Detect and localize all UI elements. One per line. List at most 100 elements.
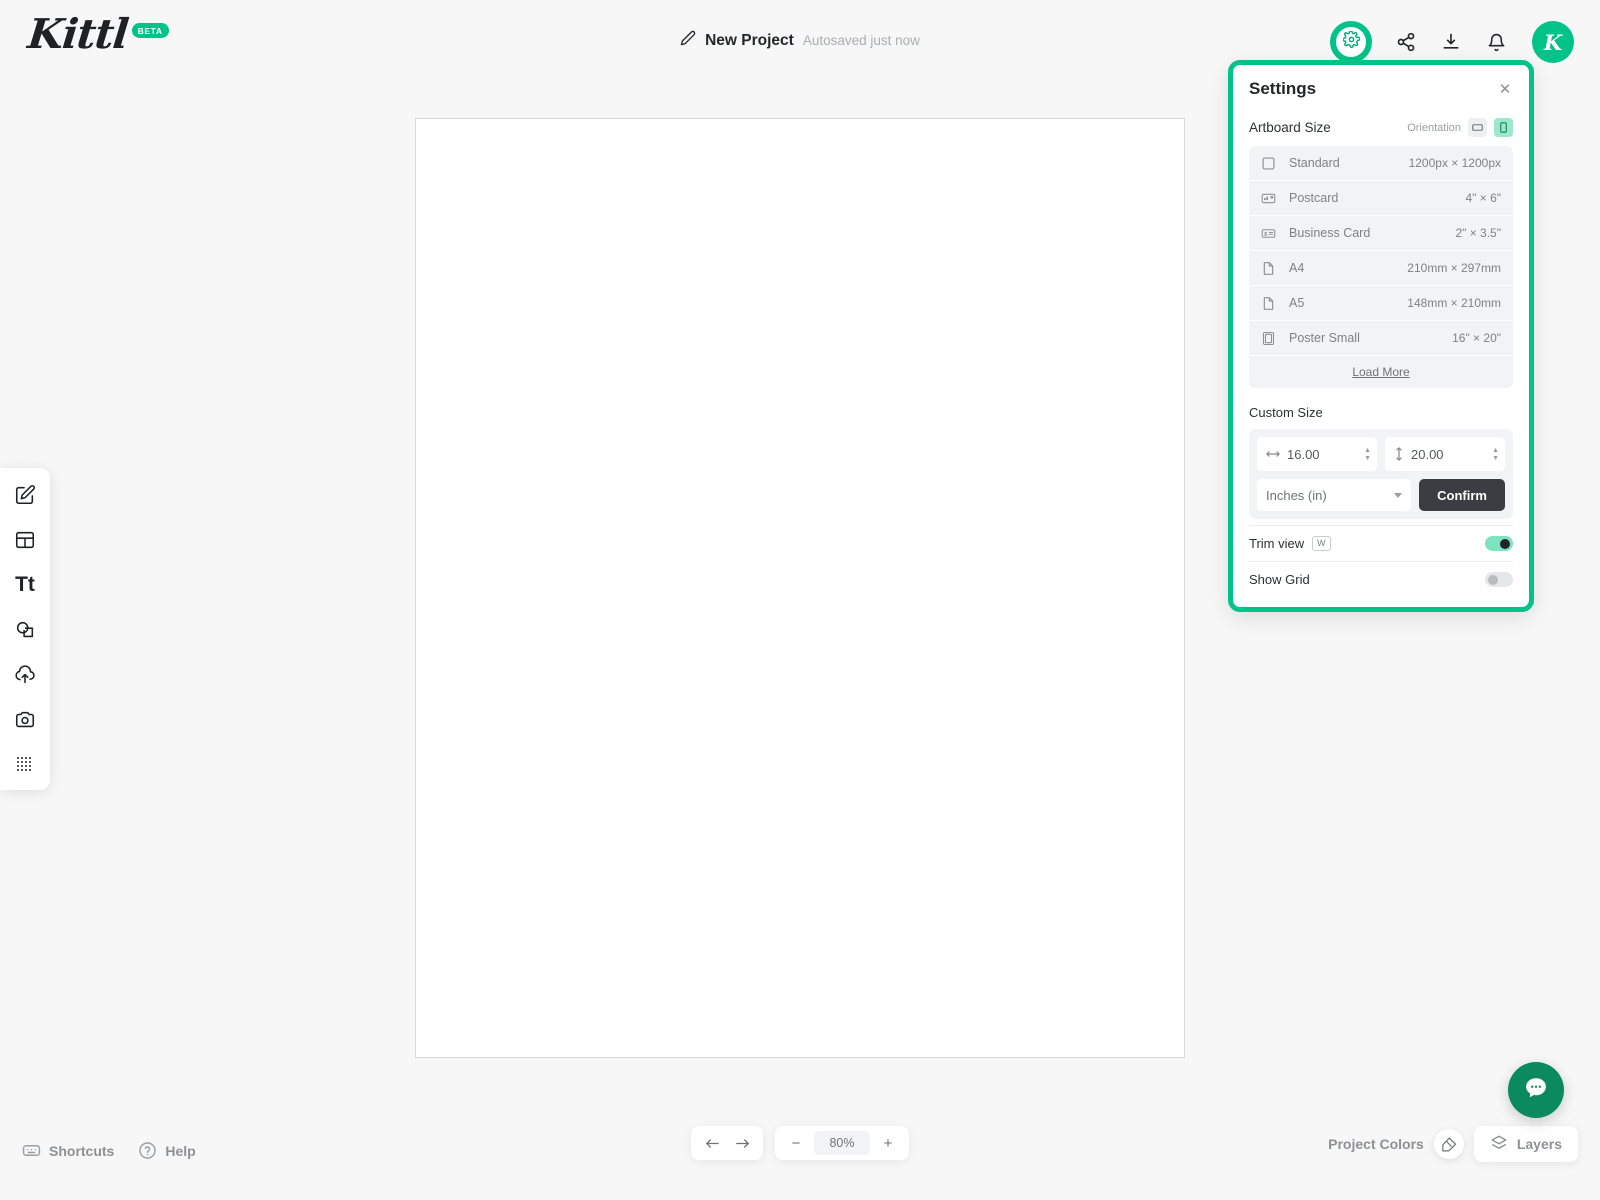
trim-view-row: Trim view W (1249, 525, 1513, 561)
chat-bubble-icon (1522, 1074, 1550, 1107)
undo-button[interactable] (697, 1130, 727, 1156)
pencil-icon (680, 30, 696, 51)
help-label: Help (165, 1142, 196, 1159)
size-option-dimensions: 1200px × 1200px (1408, 156, 1501, 170)
autosave-status: Autosaved just now (802, 33, 920, 48)
size-option-postcard[interactable]: Postcard 4" × 6" (1249, 181, 1513, 216)
document-icon (1259, 259, 1278, 278)
text-tool[interactable]: Tt (12, 572, 38, 598)
size-option-name: Poster Small (1289, 331, 1360, 345)
size-option-name: Business Card (1289, 226, 1371, 240)
left-toolbar: Tt (0, 468, 50, 790)
toggle-knob (1500, 538, 1510, 549)
upload-tool[interactable] (12, 662, 38, 688)
photos-tool[interactable] (12, 707, 38, 733)
bottom-right-bar: Project Colors Layers (1328, 1126, 1578, 1162)
size-option-name: Standard (1289, 156, 1340, 170)
height-stepper[interactable]: ▲ ▼ (1492, 447, 1499, 462)
width-stepper[interactable]: ▲ ▼ (1364, 447, 1371, 462)
square-icon (1259, 154, 1278, 173)
show-grid-left: Show Grid (1249, 572, 1310, 587)
chat-support-button[interactable] (1508, 1062, 1564, 1118)
artboard-size-label: Artboard Size (1249, 120, 1331, 135)
elements-tool[interactable] (12, 752, 38, 778)
design-tool[interactable] (12, 482, 38, 508)
poster-icon (1259, 329, 1278, 348)
zoom-out-button[interactable]: − (781, 1130, 811, 1156)
trim-view-toggle[interactable] (1485, 536, 1513, 551)
zoom-in-button[interactable]: + (873, 1130, 903, 1156)
bottom-left-bar: Shortcuts Help (22, 1141, 196, 1160)
trim-view-left: Trim view W (1249, 536, 1331, 551)
history-controls (691, 1126, 763, 1160)
download-icon[interactable] (1438, 29, 1464, 55)
zoom-level-value[interactable]: 80% (814, 1131, 870, 1155)
postcard-icon (1259, 189, 1278, 208)
width-value: 16.00 (1287, 446, 1320, 462)
close-icon[interactable]: ✕ (1497, 81, 1513, 97)
load-more-button[interactable]: Load More (1249, 356, 1513, 388)
color-palette-icon[interactable] (1433, 1129, 1464, 1159)
kittl-logo[interactable]: Kittl BETA (25, 10, 169, 58)
toggle-knob (1488, 574, 1498, 585)
templates-tool[interactable] (12, 527, 38, 553)
kittl-editor: Kittl BETA New Project Autosaved just no… (0, 0, 1600, 1200)
size-option-dimensions: 2" × 3.5" (1455, 226, 1501, 240)
layers-label: Layers (1516, 1136, 1562, 1152)
size-option-a4[interactable]: A4 210mm × 297mm (1249, 251, 1513, 286)
chevron-down-icon (1394, 492, 1403, 498)
unit-and-confirm-row: Inches (in) Confirm (1257, 479, 1505, 511)
show-grid-toggle[interactable] (1485, 572, 1513, 587)
size-option-standard[interactable]: Standard 1200px × 1200px (1249, 146, 1513, 181)
trim-view-shortcut-badge: W (1312, 536, 1331, 551)
zoom-controls: − 80% + (691, 1126, 909, 1160)
size-option-name: A5 (1289, 296, 1305, 310)
settings-title: Settings (1249, 79, 1317, 98)
size-option-business-card[interactable]: Business Card 2" × 3.5" (1249, 216, 1513, 251)
width-arrow-icon (1266, 449, 1280, 459)
project-colors-label: Project Colors (1328, 1136, 1424, 1152)
size-option-dimensions: 4" × 6" (1465, 191, 1501, 205)
header-actions: K (1330, 21, 1574, 63)
height-value: 20.00 (1411, 446, 1444, 462)
orientation-portrait-button[interactable] (1494, 118, 1513, 137)
logo-text: Kittl (25, 10, 131, 58)
unit-select[interactable]: Inches (in) (1257, 479, 1412, 511)
size-option-name: Postcard (1289, 191, 1339, 205)
dimension-inputs: 16.00 ▲ ▼ 20.00 ▲ ▼ (1257, 437, 1505, 471)
avatar[interactable]: K (1532, 21, 1574, 63)
show-grid-label: Show Grid (1249, 572, 1310, 587)
help-circle-icon (138, 1141, 157, 1160)
keyboard-icon (22, 1141, 41, 1160)
confirm-button[interactable]: Confirm (1419, 479, 1505, 511)
size-option-poster-small[interactable]: Poster Small 16" × 20" (1249, 321, 1513, 356)
settings-button[interactable] (1330, 21, 1372, 63)
size-option-a5[interactable]: A5 148mm × 210mm (1249, 286, 1513, 321)
size-option-dimensions: 148mm × 210mm (1407, 296, 1501, 310)
custom-size-box: 16.00 ▲ ▼ 20.00 ▲ ▼ Inches (in) Confirm (1249, 429, 1513, 519)
height-input[interactable]: 20.00 ▲ ▼ (1385, 437, 1505, 471)
share-icon[interactable] (1393, 29, 1419, 55)
redo-button[interactable] (727, 1130, 757, 1156)
project-colors-group[interactable]: Project Colors (1328, 1129, 1464, 1159)
business-card-icon (1259, 224, 1278, 243)
orientation-landscape-button[interactable] (1468, 118, 1487, 137)
size-option-name: A4 (1289, 261, 1305, 275)
shortcuts-label: Shortcuts (49, 1142, 115, 1159)
settings-panel: Settings ✕ Artboard Size Orientation Sta… (1228, 60, 1534, 612)
width-input[interactable]: 16.00 ▲ ▼ (1257, 437, 1377, 471)
shapes-tool[interactable] (12, 617, 38, 643)
shortcuts-button[interactable]: Shortcuts (22, 1141, 114, 1160)
trim-view-label: Trim view (1249, 536, 1305, 551)
project-title-group[interactable]: New Project Autosaved just now (680, 30, 920, 51)
settings-header: Settings ✕ (1249, 79, 1513, 99)
help-button[interactable]: Help (138, 1141, 196, 1160)
height-arrow-icon (1394, 447, 1404, 461)
layers-button[interactable]: Layers (1473, 1126, 1578, 1162)
bell-icon[interactable] (1483, 29, 1509, 55)
artboard[interactable] (415, 118, 1185, 1058)
layers-icon (1490, 1134, 1508, 1155)
zoom-group: − 80% + (775, 1126, 909, 1160)
size-option-dimensions: 16" × 20" (1452, 331, 1501, 345)
load-more-label: Load More (1352, 365, 1410, 379)
